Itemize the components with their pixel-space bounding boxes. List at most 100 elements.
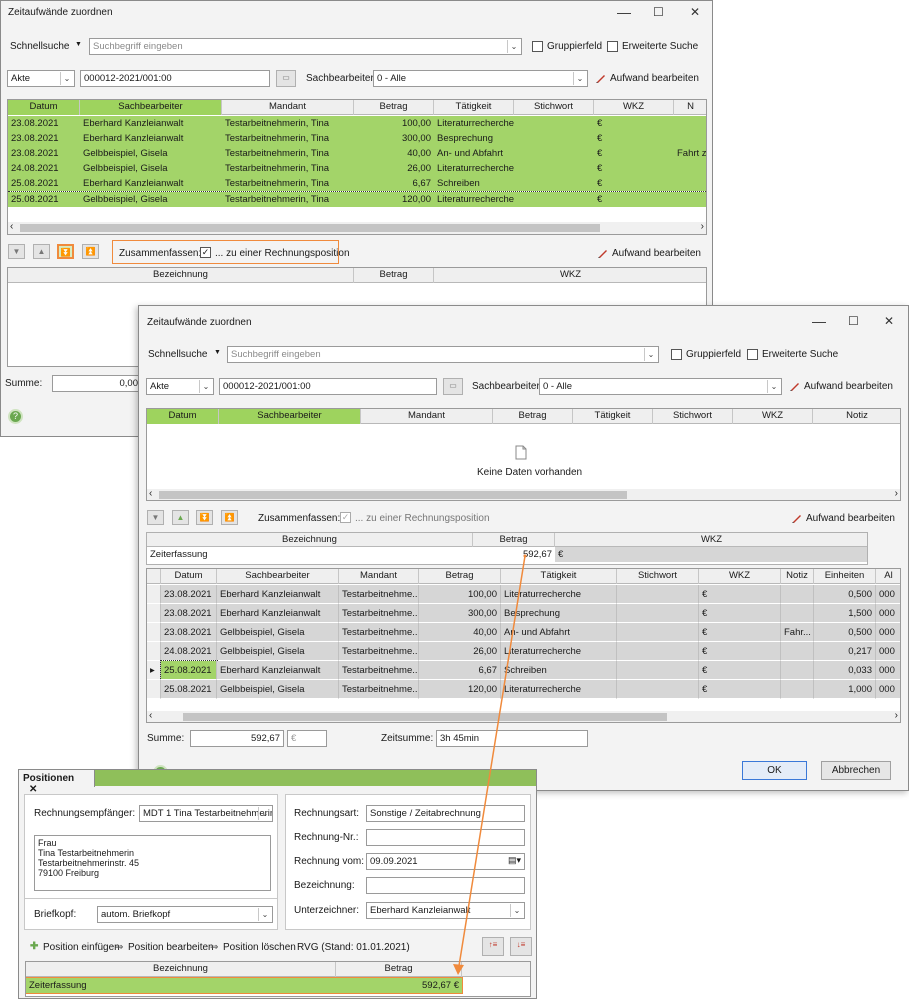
designation-field[interactable] <box>366 877 525 894</box>
chevron-down-icon[interactable]: ⌄ <box>644 348 657 361</box>
invoice-position-row[interactable]: Zeiterfassung 592,67 € <box>26 977 463 994</box>
col-betrag[interactable]: Betrag <box>419 569 501 584</box>
col-notiz[interactable]: N <box>674 100 706 115</box>
effort-grid[interactable]: Datum Sachbearbeiter Mandant Betrag Täti… <box>7 99 707 235</box>
table-row[interactable]: 23.08.2021 Gelbbeispiel, Gisela Testarbeit… <box>147 623 900 642</box>
edit-effort-link-2[interactable]: Aufwand bearbeiten <box>806 513 895 524</box>
position-row[interactable]: Zeiterfassung 592,67 € <box>147 547 867 562</box>
insert-position-button[interactable]: Position einfügen <box>43 942 120 953</box>
col-al[interactable]: Al <box>876 569 900 584</box>
col-betrag[interactable]: Betrag <box>336 962 462 977</box>
chevron-down-icon[interactable]: ⌄ <box>258 908 271 921</box>
move-all-down-button[interactable]: ⏬ <box>196 510 213 525</box>
col-wkz[interactable]: WKZ <box>733 409 813 424</box>
move-all-down-button[interactable]: ⏬ <box>57 244 74 259</box>
col-sachbearbeiter[interactable]: Sachbearbeiter <box>217 569 339 584</box>
scroll-right-icon[interactable]: › <box>701 221 704 232</box>
col-mandant[interactable]: Mandant <box>222 100 354 115</box>
horizontal-scrollbar[interactable]: ‹ › <box>8 221 706 234</box>
minimize-button[interactable]: — <box>812 314 826 328</box>
chevron-down-icon[interactable]: ⌄ <box>60 72 73 85</box>
type-select[interactable]: Akte ⌄ <box>7 70 75 87</box>
col-datum[interactable]: Datum <box>147 409 219 424</box>
col-bezeichnung[interactable]: Bezeichnung <box>26 962 336 977</box>
table-row[interactable]: 25.08.2021 Eberhard Kanzleianwalt Testarbe… <box>8 176 706 191</box>
address-box[interactable]: Frau Tina Testarbeitnehmerin Testarbeitn… <box>34 835 271 891</box>
help-icon[interactable]: ? <box>8 409 23 424</box>
edit-effort-link[interactable]: Aufwand bearbeiten <box>804 381 893 392</box>
edit-effort-link[interactable]: Aufwand bearbeiten <box>610 73 699 84</box>
file-number-input[interactable]: 000012-2021/001:00 <box>219 378 437 395</box>
chevron-down-icon[interactable]: ⌄ <box>199 380 212 393</box>
col-datum[interactable]: Datum <box>161 569 217 584</box>
table-row[interactable]: 24.08.2021 Gelbbeispiel, Gisela Testarbeit… <box>147 642 900 661</box>
type-select[interactable]: Akte ⌄ <box>146 378 214 395</box>
col-wkz[interactable]: WKZ <box>699 569 781 584</box>
col-wkz[interactable]: WKZ <box>555 533 867 547</box>
table-row[interactable]: 25.08.2021 Gelbbeispiel, Gisela Testarbeit… <box>147 680 900 699</box>
summarize-checkbox[interactable]: ✓ <box>200 247 211 258</box>
chevron-down-icon[interactable]: ⌄ <box>510 904 523 917</box>
tab-positionen[interactable]: Positionen ✕ <box>19 770 95 795</box>
col-wkz[interactable]: WKZ <box>434 268 706 283</box>
detail-grid[interactable]: Datum Sachbearbeiter Mandant Betrag Täti… <box>146 568 901 723</box>
search-input[interactable]: Suchbegriff eingeben ⌄ <box>89 38 522 55</box>
chevron-down-icon[interactable]: ⌄ <box>507 40 520 53</box>
invoice-type-field[interactable]: Sonstige / Zeitabrechnung <box>366 805 525 822</box>
scroll-right-icon[interactable]: › <box>895 710 898 721</box>
close-button[interactable]: ✕ <box>690 5 700 19</box>
chevron-down-icon[interactable]: ⌄ <box>767 380 780 393</box>
col-stichwort[interactable]: Stichwort <box>514 100 594 115</box>
col-mandant[interactable]: Mandant <box>361 409 493 424</box>
clerk-select[interactable]: 0 - Alle ⌄ <box>539 378 782 395</box>
signer-select[interactable]: Eberhard Kanzleianwalt ⌄ <box>366 902 525 919</box>
col-wkz[interactable]: WKZ <box>594 100 674 115</box>
group-checkbox[interactable] <box>532 41 543 52</box>
col-stichwort[interactable]: Stichwort <box>617 569 699 584</box>
group-checkbox[interactable] <box>671 349 682 360</box>
move-down-button[interactable]: ▼ <box>147 510 164 525</box>
col-notiz[interactable]: Notiz <box>781 569 814 584</box>
move-all-up-button[interactable]: ⏫ <box>221 510 238 525</box>
letterhead-select[interactable]: autom. Briefkopf ⌄ <box>97 906 273 923</box>
col-taetigkeit[interactable]: Tätigkeit <box>434 100 514 115</box>
scrollbar-thumb[interactable] <box>159 491 627 499</box>
table-row[interactable]: 23.08.2021 Eberhard Kanzleianwalt Testarbe… <box>147 585 900 604</box>
chevron-down-icon[interactable]: ⌄ <box>258 807 271 820</box>
edit-effort-link-2[interactable]: Aufwand bearbeiten <box>612 248 701 259</box>
edit-position-button[interactable]: Position bearbeiten <box>128 942 214 953</box>
move-up-button[interactable]: ▲ <box>33 244 50 259</box>
recipient-select[interactable]: MDT 1 Tina Testarbeitnehmerin ⌄ <box>139 805 273 822</box>
scroll-left-icon[interactable]: ‹ <box>10 221 13 232</box>
table-row[interactable]: 25.08.2021 Gelbbeispiel, Gisela Testarbeit… <box>8 191 706 207</box>
quicksearch-dropdown-icon[interactable]: ▼ <box>214 349 221 356</box>
scrollbar-thumb[interactable] <box>183 713 667 721</box>
col-taetigkeit[interactable]: Tätigkeit <box>501 569 617 584</box>
table-row[interactable]: 23.08.2021 Eberhard Kanzleianwalt Testarbe… <box>147 604 900 623</box>
maximize-button[interactable]: ☐ <box>848 314 859 328</box>
position-grid[interactable]: Bezeichnung Betrag WKZ Zeiterfassung 592… <box>146 532 868 565</box>
table-row[interactable]: 23.08.2021 Eberhard Kanzleianwalt Testarbe… <box>8 116 706 131</box>
col-sachbearbeiter[interactable]: Sachbearbeiter <box>80 100 222 115</box>
scroll-left-icon[interactable]: ‹ <box>149 710 152 721</box>
advanced-search-checkbox[interactable] <box>607 41 618 52</box>
col-betrag[interactable]: Betrag <box>493 409 573 424</box>
col-datum[interactable]: Datum <box>8 100 80 115</box>
col-bezeichnung[interactable]: Bezeichnung <box>8 268 354 283</box>
maximize-button[interactable]: ☐ <box>653 5 664 19</box>
quicksearch-dropdown-icon[interactable]: ▼ <box>75 41 82 48</box>
ok-button[interactable]: OK <box>742 761 807 780</box>
col-bezeichnung[interactable]: Bezeichnung <box>147 533 473 547</box>
col-einheiten[interactable]: Einheiten <box>814 569 876 584</box>
move-all-up-button[interactable]: ⏫ <box>82 244 99 259</box>
close-button[interactable]: ✕ <box>884 314 894 328</box>
scrollbar-thumb[interactable] <box>20 224 600 232</box>
calendar-button[interactable]: ▭ <box>443 378 463 395</box>
move-position-down-button[interactable]: ↓≡ <box>510 937 532 956</box>
invoice-positions-grid[interactable]: Bezeichnung Betrag Zeiterfassung 592,67 … <box>25 961 531 997</box>
col-betrag[interactable]: Betrag <box>473 533 555 547</box>
delete-position-button[interactable]: Position löschen <box>223 942 296 953</box>
effort-grid[interactable]: Datum Sachbearbeiter Mandant Betrag Täti… <box>146 408 901 501</box>
horizontal-scrollbar[interactable]: ‹ › <box>147 710 900 722</box>
move-position-up-button[interactable]: ↑≡ <box>482 937 504 956</box>
